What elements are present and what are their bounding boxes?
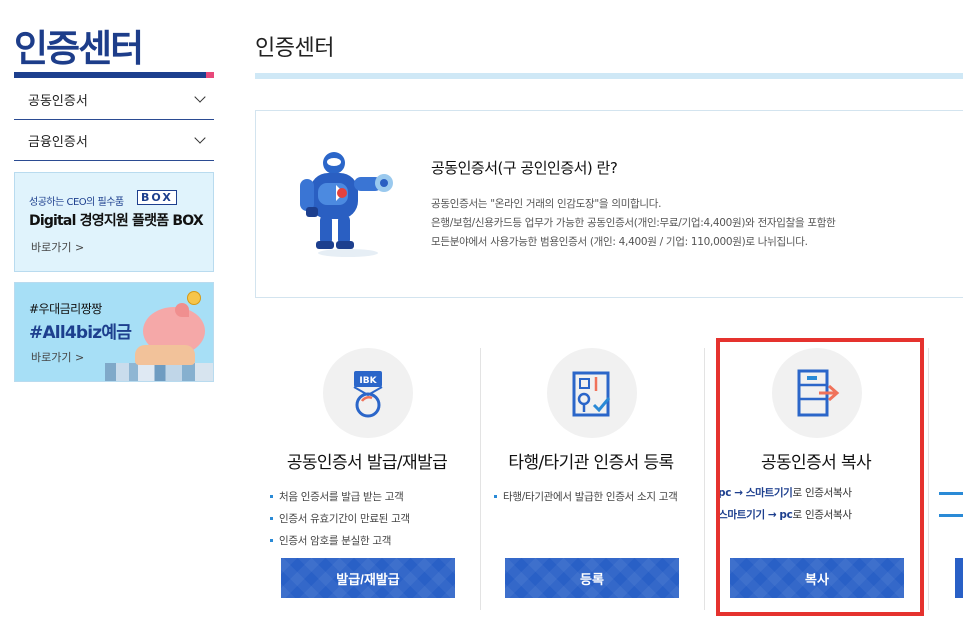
icon-circle bbox=[547, 348, 637, 438]
banner-title: Digital 경영지원 플랫폼 BOX bbox=[29, 213, 204, 229]
info-description: 공동인증서는 "온라인 거래의 인감도장"을 의미합니다. 은행/보험/신용카드… bbox=[431, 195, 836, 252]
certificate-register-icon bbox=[572, 371, 611, 417]
card-divider bbox=[704, 348, 705, 610]
copy-line-pc-to-smart: pc → 스마트기기로 인증서복사 bbox=[718, 487, 852, 499]
sidebar-title-underline bbox=[14, 72, 214, 78]
card-divider bbox=[928, 348, 929, 610]
sidebar-item-label: 금융인증서 bbox=[28, 134, 88, 150]
sidebar-menu: 공동인증서 금융인증서 bbox=[14, 79, 214, 161]
info-heading: 공동인증서(구 공인인증서) 란? bbox=[431, 159, 618, 177]
bullet-marker bbox=[939, 492, 963, 495]
card-title: 타행/타기관 인증서 등록 bbox=[508, 453, 674, 473]
card-bullets: 처음 인증서를 발급 받는 고객 인증서 유효기간이 만료된 고객 인증서 암호… bbox=[269, 486, 469, 552]
banner-link[interactable]: 바로가기 > bbox=[31, 239, 84, 255]
register-certificate-card: 타행/타기관 인증서 등록 타행/타기관에서 발급한 인증서 소지 고객 등록 bbox=[481, 342, 701, 612]
card-title: 공동인증서 발급/재발급 bbox=[286, 453, 448, 473]
card-title: 공동인증서 복사 bbox=[760, 453, 872, 473]
coin-icon bbox=[187, 291, 201, 305]
issue-reissue-button[interactable]: 발급/재발급 bbox=[281, 558, 455, 598]
sidebar-item-joint-certificate[interactable]: 공동인증서 bbox=[14, 79, 214, 120]
banner-link[interactable]: 바로가기 > bbox=[31, 349, 84, 365]
copy-directions: pc → 스마트기기로 인증서복사 스마트기기 → pc로 인증서복사 bbox=[718, 482, 852, 526]
box-platform-banner[interactable]: 성공하는 CEO의 필수품 BOX Digital 경영지원 플랫폼 BOX 바… bbox=[14, 172, 214, 272]
icon-circle bbox=[772, 348, 862, 438]
piggy-ear bbox=[175, 303, 189, 317]
card-bullets: 타행/타기관에서 발급한 인증서 소지 고객 bbox=[493, 486, 693, 508]
sidebar-item-financial-certificate[interactable]: 금융인증서 bbox=[14, 120, 214, 161]
icon-circle: IBK bbox=[323, 348, 413, 438]
chevron-down-icon bbox=[194, 132, 206, 144]
bullet-item: 타행/타기관에서 발급한 인증서 소지 고객 bbox=[493, 486, 693, 508]
sidebar-title: 인증센터 bbox=[14, 27, 144, 70]
banner-subtitle: 성공하는 CEO의 필수품 bbox=[29, 197, 124, 208]
page-title: 인증센터 bbox=[255, 36, 334, 61]
info-line: 은행/보험/신용카드등 업무가 가능한 공동인증서(개인:무료/기업:4,400… bbox=[431, 217, 836, 229]
banner-subtitle: #우대금리짱짱 bbox=[29, 302, 102, 316]
banner-title: #All4biz예금 bbox=[29, 323, 132, 343]
box-logo: BOX bbox=[137, 190, 177, 205]
mascot-robot-icon bbox=[300, 152, 393, 257]
ibk-certificate-icon: IBK bbox=[353, 371, 383, 418]
city-illustration bbox=[105, 363, 213, 381]
info-line: 모든분야에서 사용가능한 범용인증서 (개인: 4,400원 / 기업: 110… bbox=[431, 236, 808, 248]
svg-text:IBK: IBK bbox=[359, 376, 377, 386]
certificate-info-box: 공동인증서(구 공인인증서) 란? 공동인증서는 "온라인 거래의 인감도장"을… bbox=[255, 110, 963, 298]
sidebar-item-label: 공동인증서 bbox=[28, 93, 88, 109]
copy-line-smart-to-pc: 스마트기기 → pc로 인증서복사 bbox=[718, 509, 852, 521]
info-line: 공동인증서는 "온라인 거래의 인감도장"을 의미합니다. bbox=[431, 198, 662, 210]
copy-button[interactable]: 복사 bbox=[730, 558, 904, 598]
copy-certificate-card: 공동인증서 복사 pc → 스마트기기로 인증서복사 스마트기기 → pc로 인… bbox=[706, 342, 926, 612]
register-button[interactable]: 등록 bbox=[505, 558, 679, 598]
chevron-down-icon bbox=[194, 91, 206, 103]
partial-card-button[interactable] bbox=[955, 558, 963, 598]
all4biz-deposit-banner[interactable]: #우대금리짱짱 #All4biz예금 바로가기 > bbox=[14, 282, 214, 382]
bullet-marker bbox=[939, 514, 963, 517]
hand-illustration bbox=[135, 345, 195, 365]
issue-certificate-card: IBK 공동인증서 발급/재발급 처음 인증서를 발급 받는 고객 인증서 유효… bbox=[257, 342, 477, 612]
partial-card bbox=[935, 342, 963, 612]
title-underline bbox=[255, 73, 963, 79]
certificate-copy-icon bbox=[797, 369, 840, 417]
bullet-item: 인증서 암호를 분실한 고객 bbox=[269, 530, 469, 552]
bullet-item: 인증서 유효기간이 만료된 고객 bbox=[269, 508, 469, 530]
bullet-item: 처음 인증서를 발급 받는 고객 bbox=[269, 486, 469, 508]
